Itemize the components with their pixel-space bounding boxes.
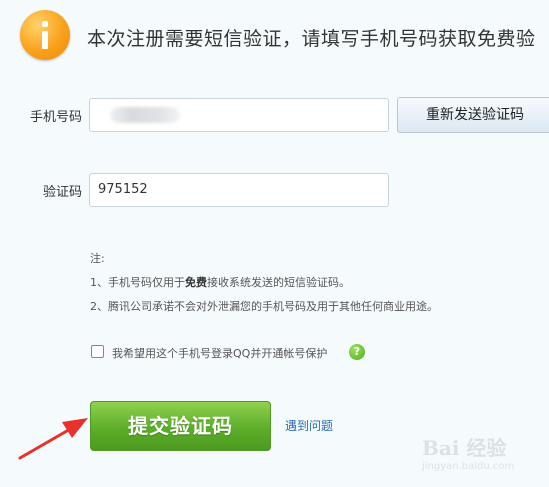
watermark: Bai 经验 jingyan.baidu.com [422, 432, 542, 476]
watermark-url: jingyan.baidu.com [422, 461, 515, 472]
arrow-icon [18, 418, 88, 460]
watermark-logo: Bai 经验 [422, 436, 507, 460]
